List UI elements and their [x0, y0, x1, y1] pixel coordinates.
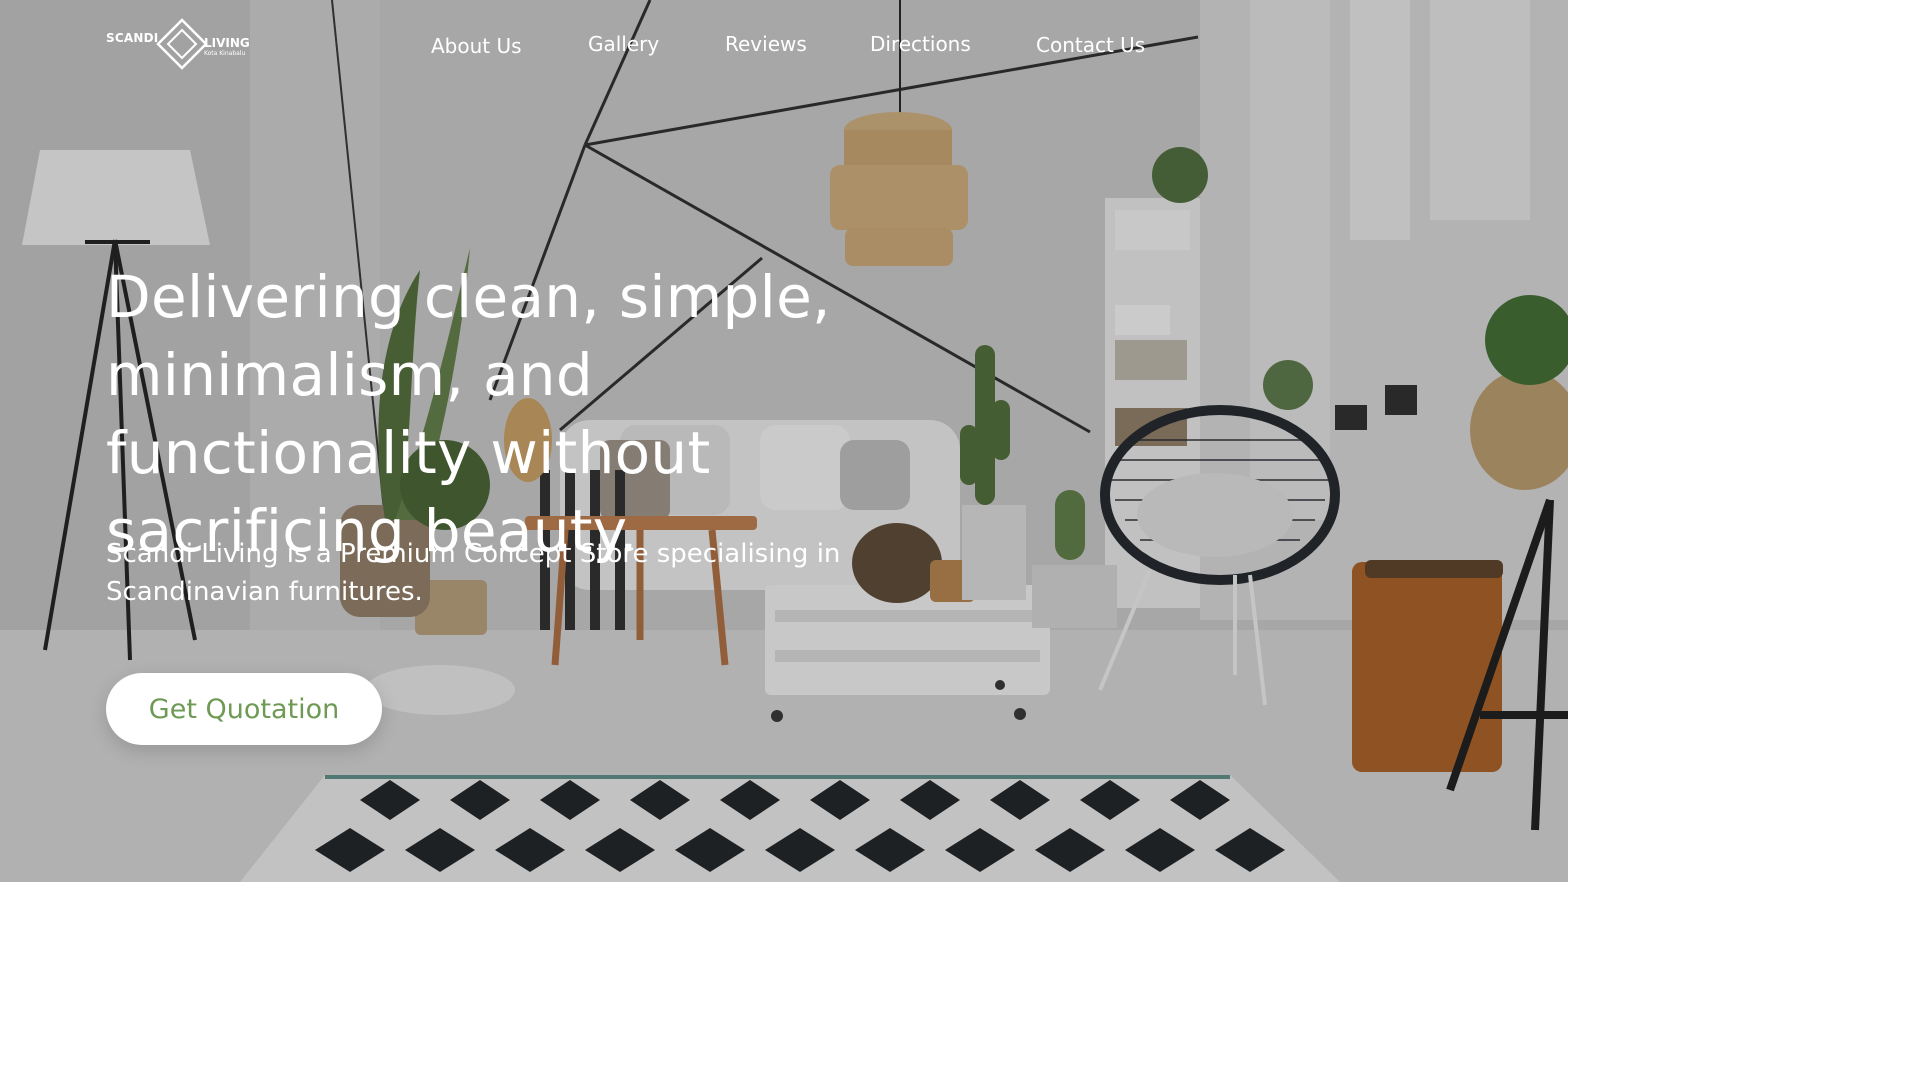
- nav-link-directions[interactable]: Directions: [870, 32, 971, 56]
- nav-link-reviews[interactable]: Reviews: [725, 32, 807, 56]
- nav-link-contact-us[interactable]: Contact Us: [1036, 33, 1145, 57]
- hero-section: SCANDI LIVING Kota Kinabalu About Us Gal…: [0, 0, 1568, 882]
- site-header: SCANDI LIVING Kota Kinabalu About Us Gal…: [0, 0, 1568, 90]
- main-navigation: About Us Gallery Reviews Directions Cont…: [0, 30, 1568, 60]
- nav-link-about-us[interactable]: About Us: [431, 34, 522, 58]
- hero-headline: Delivering clean, simple, minimalism, an…: [106, 263, 831, 565]
- get-quotation-button[interactable]: Get Quotation: [106, 673, 382, 745]
- hero-subtext: Scandi Living is a Premium Concept Store…: [106, 539, 841, 607]
- nav-link-gallery[interactable]: Gallery: [588, 32, 659, 56]
